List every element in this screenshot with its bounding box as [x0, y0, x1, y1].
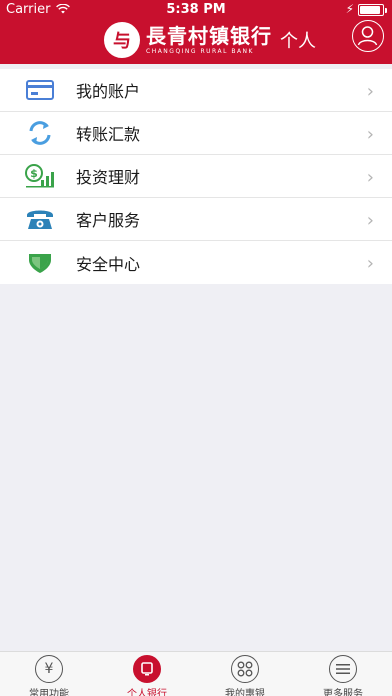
personal-bank-icon [133, 655, 161, 683]
tab-label: 我的惠银 [225, 689, 265, 696]
tab-more-services[interactable]: 更多服务 [294, 652, 392, 696]
user-icon [357, 26, 378, 46]
status-bar: Carrier 5:38 PM ⚡ [0, 0, 392, 20]
tab-label: 更多服务 [323, 689, 363, 696]
tab-personal-banking[interactable]: 个人银行 [98, 652, 196, 696]
user-profile-button[interactable] [352, 20, 384, 52]
chevron-right-icon: › [366, 124, 374, 145]
menu-item-label: 客户服务 [76, 211, 141, 230]
menu-item-customer-service[interactable]: 客户服务 › [0, 198, 392, 241]
status-time: 5:38 PM [166, 2, 226, 17]
grid-icon [231, 655, 259, 683]
chevron-right-icon: › [366, 210, 374, 231]
chevron-right-icon: › [366, 253, 374, 274]
tab-label: 个人银行 [127, 689, 167, 696]
battery-icon [358, 4, 387, 16]
chevron-right-icon: › [366, 167, 374, 188]
menu-item-security[interactable]: 安全中心 › [0, 241, 392, 284]
menu-item-label: 转账汇款 [76, 125, 141, 144]
menu-item-label: 投资理财 [76, 168, 141, 187]
chevron-right-icon: › [366, 81, 374, 102]
menu-item-investment[interactable]: $ 投资理财 › [0, 155, 392, 198]
yen-icon: ¥ [35, 655, 63, 683]
menu-icon [329, 655, 357, 683]
bottom-tab-bar: ¥ 常用功能 个人银行 我的惠银 更多服务 [0, 651, 392, 696]
app-header: Carrier 5:38 PM ⚡ 与 長青村镇银行 CHANGQING RUR… [0, 0, 392, 64]
menu-item-my-account[interactable]: 我的账户 › [0, 69, 392, 112]
transfer-icon [25, 120, 55, 146]
bank-brand: 与 長青村镇银行 CHANGQING RURAL BANK 个人 [104, 20, 316, 60]
menu-item-label: 安全中心 [76, 254, 141, 274]
tab-my-benefits[interactable]: 我的惠银 [196, 652, 294, 696]
bank-name-cn: 長青村镇银行 [146, 23, 272, 48]
feature-menu: 我的账户 › 转账汇款 › $ 投资理财 › 客户服务 › 安全中心 › [0, 69, 392, 284]
section-title: 个人 [280, 31, 316, 52]
menu-item-transfer[interactable]: 转账汇款 › [0, 112, 392, 155]
bank-logo-icon: 与 [104, 22, 140, 58]
battery-fill [360, 6, 380, 14]
tab-common-functions[interactable]: ¥ 常用功能 [0, 652, 98, 696]
bank-name-en: CHANGQING RURAL BANK [146, 47, 254, 55]
charging-icon: ⚡ [345, 2, 354, 16]
tab-label: 常用功能 [29, 689, 69, 696]
menu-item-label: 我的账户 [76, 82, 141, 101]
shield-icon [25, 250, 55, 276]
svg-text:$: $ [30, 167, 38, 180]
card-icon [25, 77, 55, 103]
investment-icon: $ [25, 163, 55, 189]
phone-icon [25, 206, 55, 232]
